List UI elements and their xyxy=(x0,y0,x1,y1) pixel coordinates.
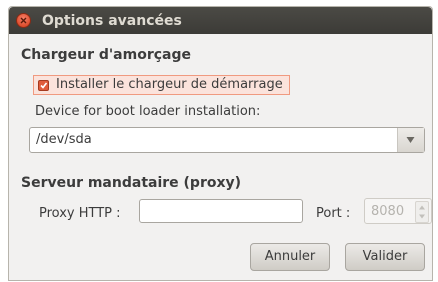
proxy-http-input[interactable] xyxy=(139,199,303,223)
boot-device-combobox[interactable]: /dev/sda xyxy=(29,127,425,153)
spin-down-icon[interactable] xyxy=(419,214,425,219)
spin-arrows[interactable] xyxy=(415,201,429,223)
window-title: Options avancées xyxy=(42,13,182,29)
cancel-button[interactable]: Annuler xyxy=(250,243,330,271)
spin-up-icon[interactable] xyxy=(419,205,425,210)
bootloader-section-title: Chargeur d'amorçage xyxy=(21,47,191,63)
checkbox-checked-icon[interactable] xyxy=(38,80,49,91)
install-bootloader-checkbox[interactable]: Installer le chargeur de démarrage xyxy=(33,75,290,95)
install-bootloader-label: Installer le chargeur de démarrage xyxy=(56,77,283,92)
boot-device-value: /dev/sda xyxy=(36,132,92,147)
proxy-http-label: Proxy HTTP : xyxy=(39,206,121,221)
close-icon[interactable] xyxy=(16,13,31,28)
title-bar: Options avancées xyxy=(9,7,432,34)
dialog-window: Options avancées Chargeur d'amorçage Ins… xyxy=(8,6,433,281)
ok-button[interactable]: Valider xyxy=(345,243,425,271)
port-spinbox[interactable]: 8080 xyxy=(364,198,432,224)
proxy-section-title: Serveur mandataire (proxy) xyxy=(21,175,242,191)
port-label: Port : xyxy=(316,206,351,221)
device-label: Device for boot loader installation: xyxy=(35,104,261,119)
dropdown-arrow-icon[interactable] xyxy=(397,128,424,152)
port-value: 8080 xyxy=(371,204,405,219)
